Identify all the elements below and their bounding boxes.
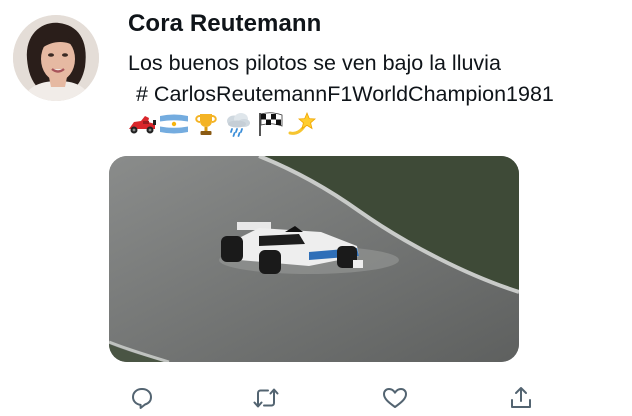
race-car-icon [126, 109, 157, 139]
argentina-flag-icon [158, 109, 189, 139]
checkered-flag-icon [254, 109, 285, 139]
trophy-icon [190, 109, 221, 139]
tweet-text-line: Los buenos pilotos se ven bajo la lluvia [128, 51, 501, 75]
reply-button[interactable] [128, 384, 156, 412]
dizzy-star-icon [286, 109, 317, 139]
like-button[interactable] [381, 384, 409, 412]
share-icon [511, 387, 531, 408]
rain-cloud-icon [222, 109, 253, 139]
share-button[interactable] [507, 384, 535, 412]
tweet-media-video[interactable] [109, 156, 519, 362]
action-bar [0, 384, 632, 414]
f1-car-in-rain-video-frame [109, 156, 519, 362]
hashtag-link[interactable]: # CarlosReutemannF1WorldChampion1981 [128, 79, 618, 110]
reply-icon [132, 388, 152, 409]
retweet-button[interactable] [252, 384, 280, 412]
emoji-row [126, 108, 317, 140]
retweet-icon [253, 388, 279, 408]
tweet-text: Los buenos pilotos se ven bajo la lluvia… [128, 48, 618, 110]
avatar-image [13, 15, 99, 101]
like-icon [383, 388, 407, 408]
author-name[interactable]: Cora Reutemann [128, 10, 321, 38]
avatar[interactable] [13, 15, 99, 101]
